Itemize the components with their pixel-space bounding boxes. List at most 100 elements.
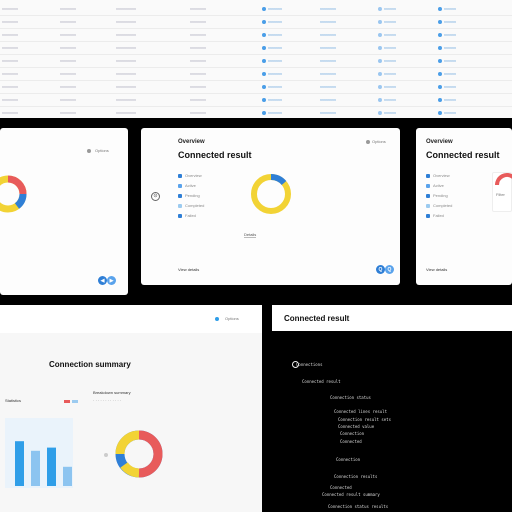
table-row[interactable]: xxxxxxxx xxxxxxxx xxxxxxxxxx xxxxxxxx xxxxxx…	[0, 68, 512, 81]
status-dot-icon	[262, 72, 266, 76]
legend-swatch-icon	[426, 183, 430, 188]
terminal-line: Connections	[296, 362, 323, 367]
legend-label: Overview	[433, 173, 450, 178]
footer-link[interactable]: View details	[426, 268, 447, 272]
table-cell: xxxxxx	[444, 98, 456, 102]
table-cell: xxxxxx	[444, 59, 456, 63]
legend-label: Completed	[433, 203, 453, 208]
table-cell: xxxxxxxx	[2, 85, 18, 89]
legend-blue-dot	[72, 400, 78, 403]
action-button-b[interactable]: Q	[385, 265, 394, 274]
table-cell: xxxxxxxx	[2, 59, 18, 63]
dot-marker-icon	[104, 453, 108, 457]
options-link[interactable]: Options	[225, 317, 239, 321]
terminal-line: Connected result	[302, 379, 341, 384]
status-dot-icon	[262, 20, 266, 24]
donut-chart	[251, 173, 291, 214]
table-cell: xxxxxxxx	[2, 72, 18, 76]
terminal-line: Connection status	[330, 395, 371, 400]
status-dot-icon	[378, 72, 382, 76]
legend-label: Completed	[185, 203, 205, 208]
table-cell: xxxxxxxx	[320, 7, 336, 11]
legend-label: Active	[433, 183, 444, 188]
terminal-line: Connection status results	[328, 504, 389, 509]
filter-badge[interactable]: Filter	[492, 172, 512, 212]
legend-label: Failed	[185, 213, 196, 218]
legend-swatch-icon	[178, 193, 182, 198]
status-dot-icon	[262, 59, 266, 63]
bar-chart	[5, 418, 73, 488]
legend-label: Failed	[433, 213, 444, 218]
table-cell: xxxxxxxx	[2, 46, 18, 50]
table-row[interactable]: xxxxxxxx xxxxxxxx xxxxxxxxxx xxxxxxxx xxxxxx…	[0, 55, 512, 68]
table-cell: xxxxxxxx	[60, 72, 76, 76]
table-cell: xxxxxxxx	[60, 98, 76, 102]
table-cell: xxxxxx	[384, 46, 396, 50]
status-dot-icon	[262, 7, 266, 11]
table-row[interactable]: xxxxxxxx xxxxxxxx xxxxxxxxxx xxxxxxxx xxxxxx…	[0, 81, 512, 94]
data-table: xxxxxxxx xxxxxxxx xxxxxxxxxx xxxxxxxx xxxxxx…	[0, 0, 512, 120]
table-cell: xxxxxx	[384, 98, 396, 102]
dashboard-cards-row: Options ◀ ▶ Options Overview Connected r…	[0, 118, 512, 304]
table-cell: xxxxxxxx	[60, 111, 76, 115]
terminal-line: Connection	[336, 457, 361, 462]
card-title: Connected result	[178, 150, 252, 160]
action-button-a[interactable]: Q	[376, 265, 385, 274]
table-row[interactable]: xxxxxxxx xxxxxxxx xxxxxxxxxx xxxxxxxx xxxxxx…	[0, 16, 512, 29]
table-row[interactable]: xxxxxxxx xxxxxxxx xxxxxxxxxx xxxxxxxx xxxxxx…	[0, 29, 512, 42]
status-dot-icon	[378, 98, 382, 102]
terminal-line: Connected	[330, 485, 352, 490]
table-row[interactable]: xxxxxxxx xxxxxxxx xxxxxxxxxx xxxxxxxx xxxxxx…	[0, 42, 512, 55]
table-cell: xxxxxxxxxx	[116, 72, 136, 76]
table-cell: xxxxxxxxxx	[116, 98, 136, 102]
table-cell: xxxxxxxx	[320, 111, 336, 115]
table-cell: xxxxxxxx	[190, 111, 206, 115]
table-cell: xxxxxxxx	[320, 98, 336, 102]
legend-swatch-icon	[426, 213, 430, 218]
legend-swatch-icon	[178, 183, 182, 188]
legend-label: Overview	[185, 173, 202, 178]
table-cell: xxxxxxxx	[2, 98, 18, 102]
action-button-b[interactable]: ▶	[107, 276, 116, 285]
status-dot-icon	[378, 85, 382, 89]
terminal-line: Connected	[340, 439, 362, 444]
table-row[interactable]: xxxxxxxx xxxxxxxx xxxxxxxxxx xxxxxxxx xxxxxx…	[0, 3, 512, 16]
action-button-a[interactable]: ◀	[98, 276, 107, 285]
status-dot-icon	[438, 7, 442, 11]
table-cell: xxxxxxxxxx	[116, 7, 136, 11]
table-cell: xxxxxxx	[268, 98, 282, 102]
details-button[interactable]: Details	[244, 232, 257, 238]
table-cell: xxxxxx	[384, 59, 396, 63]
bar	[63, 466, 72, 486]
options-dot-icon	[87, 149, 91, 153]
collapse-toggle-icon[interactable]: ⊙	[151, 192, 160, 201]
collage-root: xxxxxxxx xxxxxxxx xxxxxxxxxx xxxxxxxx xxxxxx…	[0, 0, 512, 512]
status-dot-icon	[438, 98, 442, 102]
status-dot-icon	[378, 33, 382, 37]
table-cell: xxxxxxxx	[2, 111, 18, 115]
summary-panel: Options Connection summary Statistics Br…	[0, 305, 262, 512]
table-cell: xxxxxxx	[268, 111, 282, 115]
table-cell: xxxxxxxx	[2, 7, 18, 11]
table-cell: xxxxxxxx	[190, 20, 206, 24]
card-title: Connected result	[426, 150, 500, 160]
options-link[interactable]: Options	[95, 149, 109, 153]
options-link[interactable]: Options	[372, 140, 386, 144]
table-cell: xxxxxxxx	[190, 7, 206, 11]
legend-swatch-icon	[426, 203, 430, 208]
table-cell: xxxxxxxx	[320, 46, 336, 50]
status-dot-icon	[378, 111, 382, 115]
bar	[15, 441, 24, 486]
status-dot-icon	[438, 72, 442, 76]
badge-label: Filter	[496, 192, 505, 197]
table-cell: xxxxxxxx	[320, 72, 336, 76]
table-cell: xxxxxxxx	[320, 59, 336, 63]
table-cell: xxxxxx	[384, 20, 396, 24]
footer-link[interactable]: View details	[178, 268, 199, 272]
table-cell: xxxxxx	[384, 111, 396, 115]
table-row[interactable]: xxxxxxxx xxxxxxxx xxxxxxxxxx xxxxxxxx xxxxxx…	[0, 94, 512, 107]
header-title: Connected result	[284, 314, 350, 323]
table-cell: xxxxxxx	[268, 59, 282, 63]
status-dot-icon	[262, 46, 266, 50]
table-cell: xxxxxx	[444, 33, 456, 37]
